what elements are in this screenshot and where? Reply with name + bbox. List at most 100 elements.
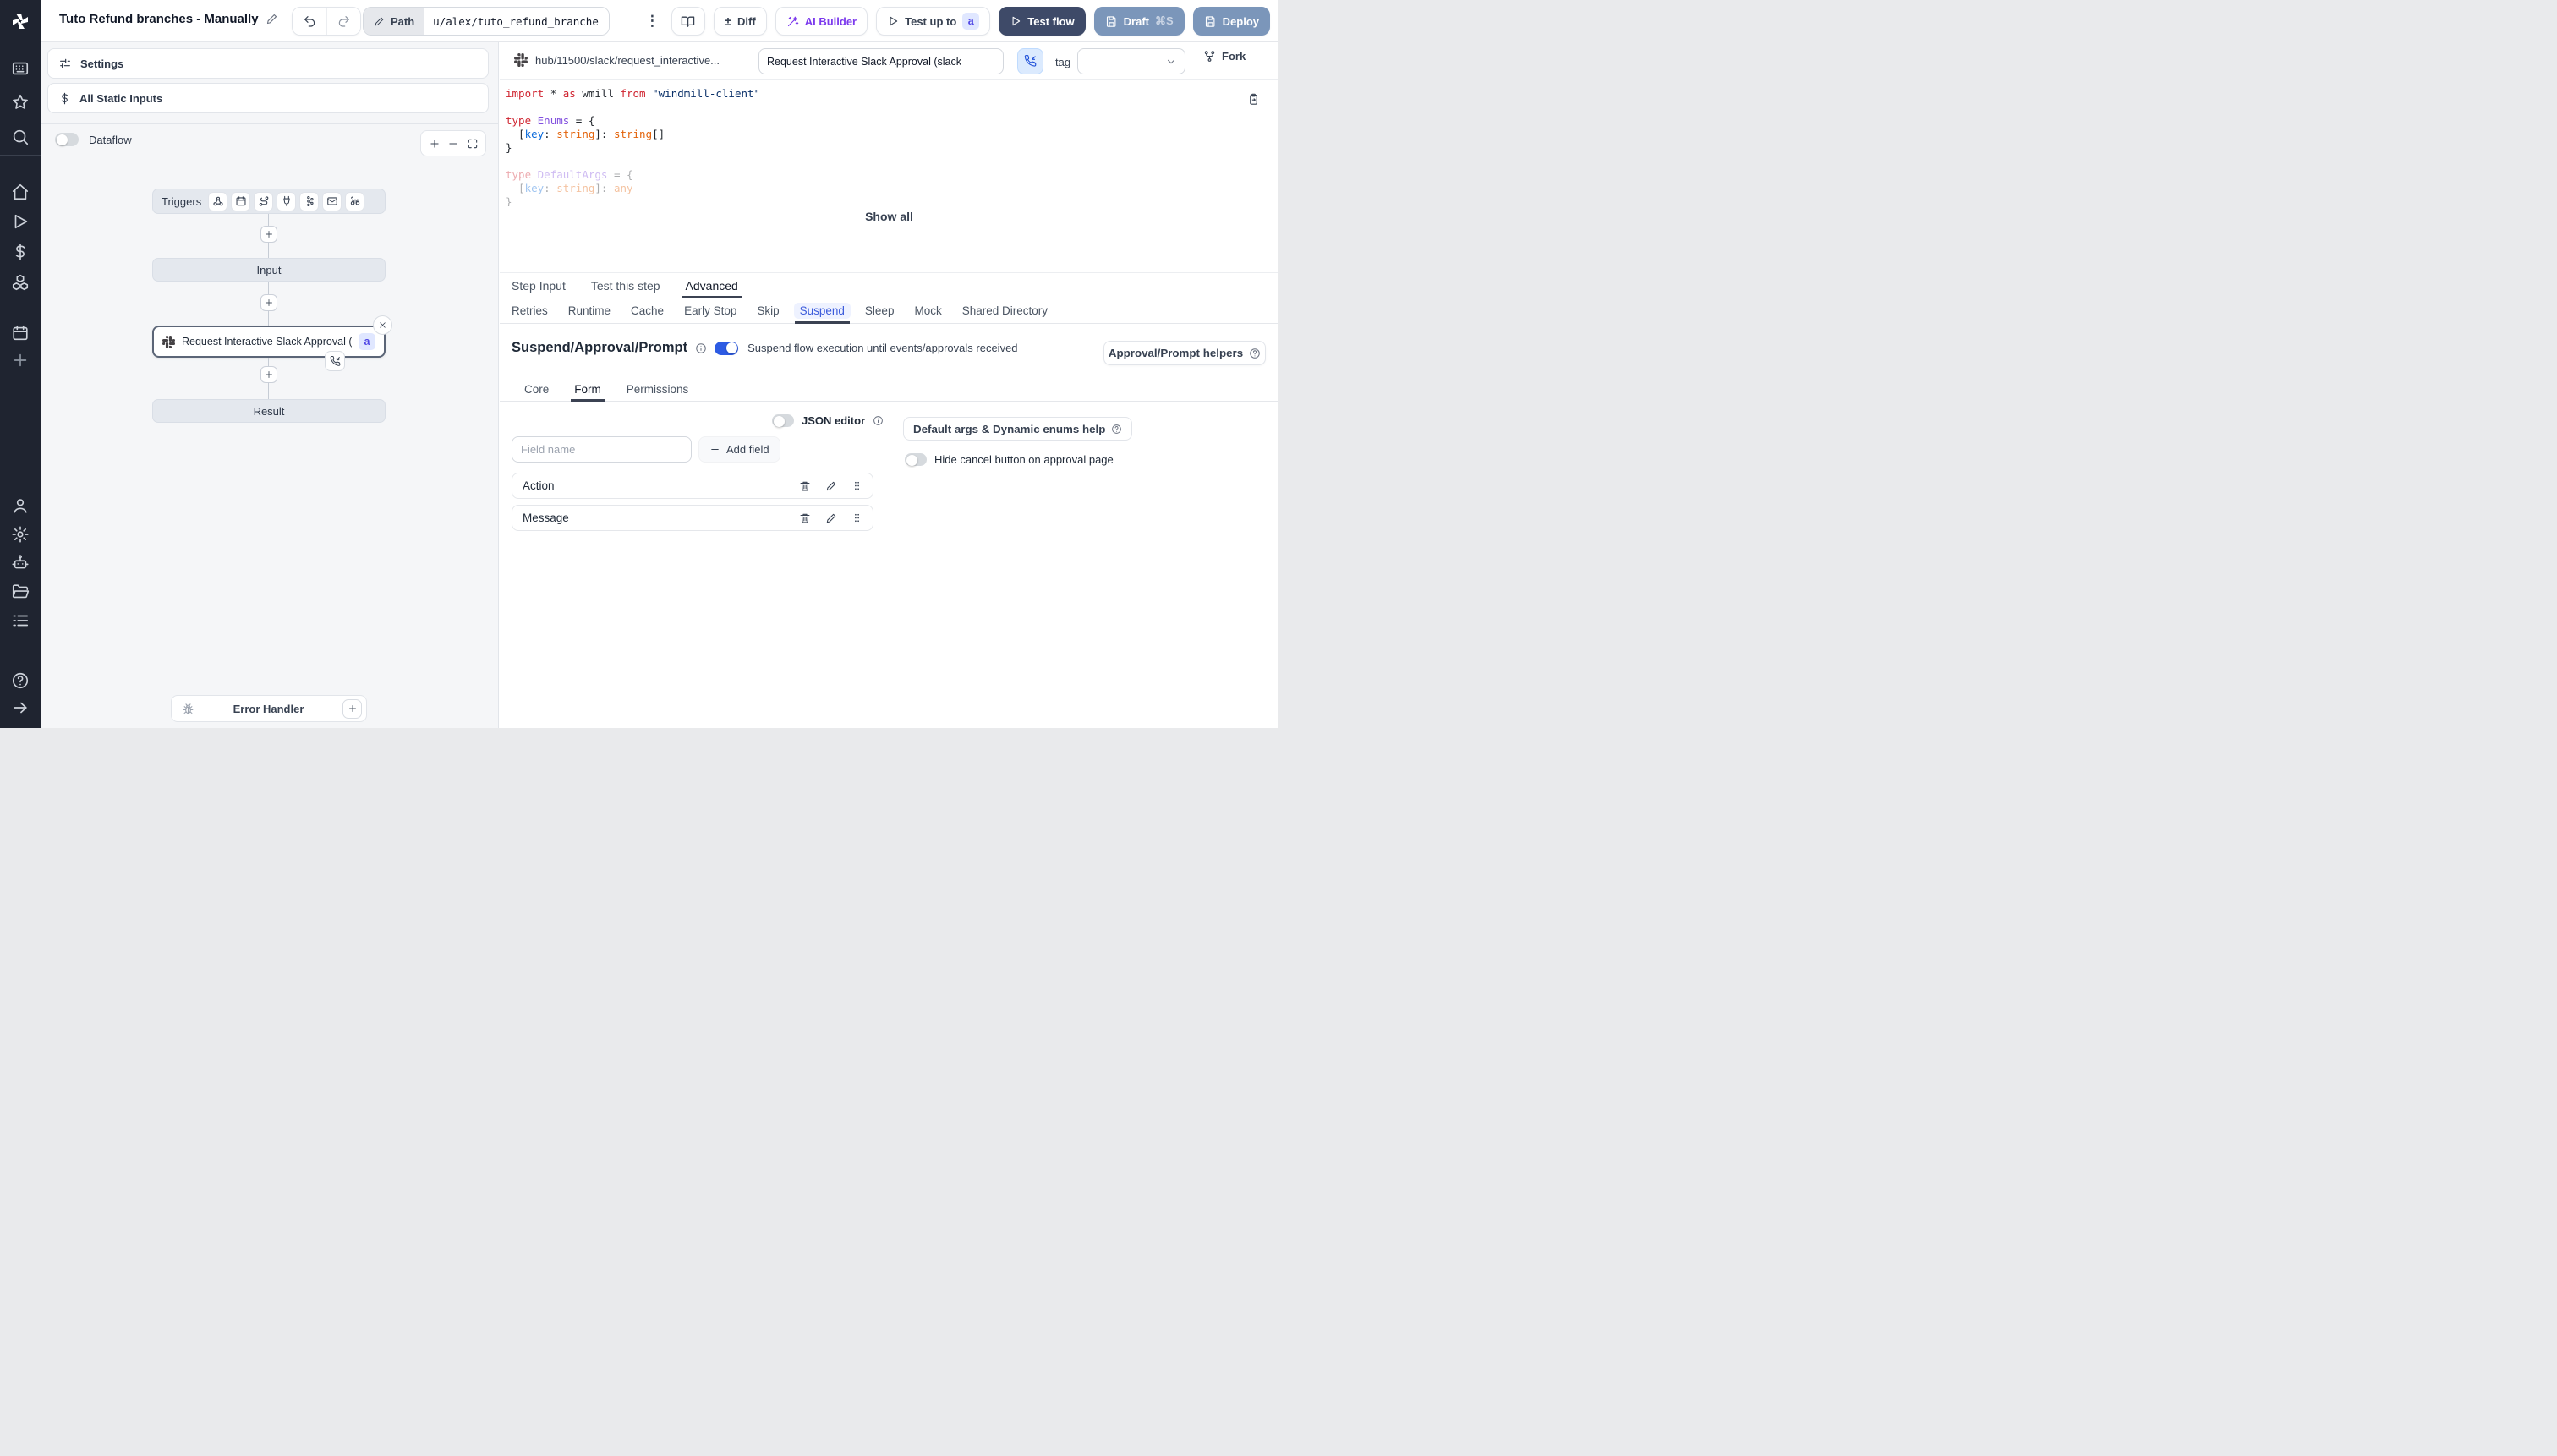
subtab-cache[interactable]: Cache bbox=[631, 298, 664, 323]
copy-code-icon[interactable] bbox=[1247, 93, 1260, 106]
subtab-runtime[interactable]: Runtime bbox=[568, 298, 611, 323]
step-summary-input[interactable] bbox=[758, 48, 1004, 74]
drag-handle-icon[interactable] bbox=[851, 480, 862, 491]
draft-button[interactable]: Draft ⌘S bbox=[1093, 7, 1185, 36]
subtab-shared-directory[interactable]: Shared Directory bbox=[962, 298, 1048, 323]
triggers-node[interactable]: Triggers bbox=[152, 189, 386, 214]
suspend-enabled-toggle[interactable] bbox=[715, 341, 739, 355]
webhook-trigger-icon[interactable] bbox=[208, 191, 228, 211]
subtab-sleep[interactable]: Sleep bbox=[865, 298, 895, 323]
path-input[interactable] bbox=[424, 8, 610, 35]
more-menu-button[interactable]: ⋮ bbox=[642, 13, 663, 30]
show-all-button[interactable]: Show all bbox=[500, 210, 1278, 223]
graph-zoom-controls bbox=[420, 130, 486, 156]
info-icon[interactable] bbox=[873, 415, 884, 426]
default-args-help-button[interactable]: Default args & Dynamic enums help bbox=[903, 417, 1133, 441]
windmill-logo-icon[interactable] bbox=[10, 11, 30, 31]
add-step-button[interactable] bbox=[260, 294, 277, 311]
form-field-row[interactable]: Message bbox=[512, 505, 873, 531]
approval-step-node[interactable]: Request Interactive Slack Approval (... … bbox=[152, 326, 386, 358]
diff-button[interactable]: ± Diff bbox=[713, 7, 767, 36]
info-icon[interactable] bbox=[695, 342, 707, 354]
zoom-fit-button[interactable] bbox=[467, 138, 479, 150]
flow-settings-button[interactable]: Settings bbox=[47, 48, 489, 79]
websocket-trigger-icon[interactable] bbox=[277, 191, 297, 211]
hub-path[interactable]: hub/11500/slack/request_interactive... bbox=[514, 53, 720, 67]
variables-icon[interactable] bbox=[11, 243, 30, 261]
code-line: import * as wmill from "windmill-client" bbox=[506, 87, 761, 100]
schedule-trigger-icon[interactable] bbox=[231, 191, 251, 211]
workspace-icon[interactable] bbox=[11, 59, 30, 78]
delete-field-icon[interactable] bbox=[799, 480, 811, 492]
docs-book-button[interactable] bbox=[671, 7, 705, 36]
fork-button[interactable]: Fork bbox=[1203, 50, 1246, 63]
hide-cancel-toggle[interactable] bbox=[905, 453, 927, 466]
error-handler-node[interactable]: Error Handler bbox=[171, 695, 367, 722]
add-step-button[interactable] bbox=[260, 226, 277, 243]
redo-button[interactable] bbox=[326, 8, 360, 35]
path-label[interactable]: Path bbox=[364, 8, 425, 35]
edit-field-icon[interactable] bbox=[825, 512, 837, 524]
approval-helpers-button[interactable]: Approval/Prompt helpers bbox=[1103, 341, 1266, 365]
delete-field-icon[interactable] bbox=[799, 512, 811, 524]
tab-form[interactable]: Form bbox=[571, 377, 605, 402]
audit-logs-icon[interactable] bbox=[11, 611, 30, 630]
tab-step-input[interactable]: Step Input bbox=[512, 273, 566, 298]
favorites-star-icon[interactable] bbox=[11, 93, 30, 112]
zoom-out-button[interactable] bbox=[447, 138, 459, 150]
ai-builder-button[interactable]: AI Builder bbox=[775, 7, 868, 36]
search-icon[interactable] bbox=[11, 128, 30, 146]
remove-step-button[interactable] bbox=[373, 315, 392, 335]
collapse-arrow-icon[interactable] bbox=[11, 698, 30, 717]
dataflow-toggle[interactable] bbox=[55, 133, 79, 146]
schedules-icon[interactable] bbox=[11, 324, 30, 342]
add-step-button[interactable] bbox=[260, 366, 277, 383]
add-menu-icon[interactable] bbox=[11, 351, 30, 369]
edit-field-icon[interactable] bbox=[825, 480, 837, 492]
tag-select[interactable] bbox=[1077, 48, 1185, 74]
user-icon[interactable] bbox=[11, 496, 30, 515]
all-static-inputs-button[interactable]: All Static Inputs bbox=[47, 83, 489, 113]
undo-button[interactable] bbox=[293, 8, 326, 35]
poll-trigger-icon[interactable] bbox=[345, 191, 365, 211]
resources-icon[interactable] bbox=[11, 273, 30, 292]
add-field-button[interactable]: Add field bbox=[698, 436, 780, 463]
route-trigger-icon[interactable] bbox=[254, 191, 274, 211]
runs-icon[interactable] bbox=[11, 212, 30, 231]
kafka-trigger-icon[interactable] bbox=[299, 191, 320, 211]
help-icon[interactable] bbox=[11, 671, 30, 690]
home-icon[interactable] bbox=[11, 183, 30, 201]
drag-handle-icon[interactable] bbox=[851, 512, 862, 523]
subtab-mock[interactable]: Mock bbox=[914, 298, 941, 323]
subtab-retries[interactable]: Retries bbox=[512, 298, 548, 323]
field-name-input[interactable] bbox=[512, 436, 692, 463]
settings-gear-icon[interactable] bbox=[11, 525, 30, 544]
edit-title-icon[interactable] bbox=[266, 13, 278, 25]
tab-test-this-step[interactable]: Test this step bbox=[591, 273, 660, 298]
tab-advanced[interactable]: Advanced bbox=[682, 273, 742, 298]
step-tabs: Step Input Test this step Advanced bbox=[500, 272, 1278, 298]
email-trigger-icon[interactable] bbox=[322, 191, 342, 211]
subtab-early-stop[interactable]: Early Stop bbox=[684, 298, 736, 323]
code-editor[interactable]: import * as wmill from "windmill-client"… bbox=[500, 81, 1278, 206]
result-node[interactable]: Result bbox=[152, 399, 386, 423]
flow-title: Tuto Refund branches - Manually bbox=[59, 12, 278, 26]
tab-permissions[interactable]: Permissions bbox=[627, 377, 689, 401]
suspend-phone-badge[interactable] bbox=[325, 351, 345, 371]
form-field-row[interactable]: Action bbox=[512, 473, 873, 499]
test-up-to-button[interactable]: Test up to a bbox=[876, 7, 991, 36]
test-flow-button[interactable]: Test flow bbox=[999, 7, 1086, 36]
subtab-suspend[interactable]: Suspend bbox=[793, 298, 851, 324]
undo-redo-group bbox=[292, 7, 361, 36]
deploy-button[interactable]: Deploy bbox=[1192, 7, 1270, 36]
subtab-skip[interactable]: Skip bbox=[757, 298, 779, 323]
dataflow-label: Dataflow bbox=[89, 133, 132, 146]
json-editor-toggle[interactable] bbox=[772, 414, 794, 427]
input-node[interactable]: Input bbox=[152, 258, 386, 282]
suspend-indicator-button[interactable] bbox=[1017, 48, 1043, 74]
add-error-handler-button[interactable] bbox=[342, 698, 362, 719]
zoom-in-button[interactable] bbox=[429, 138, 441, 150]
tab-core[interactable]: Core bbox=[524, 377, 549, 401]
folders-icon[interactable] bbox=[11, 583, 30, 601]
ai-robot-icon[interactable] bbox=[11, 554, 30, 572]
